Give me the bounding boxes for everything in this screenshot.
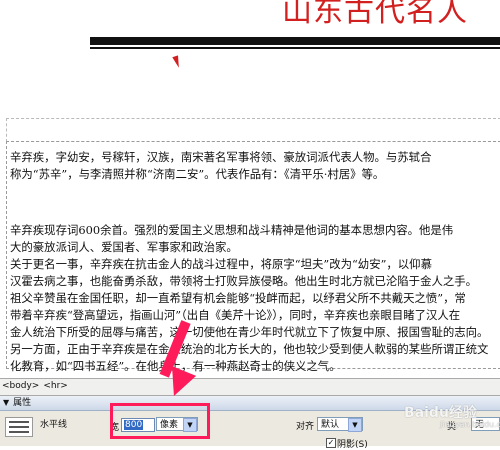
paragraph-line: 带着辛弃疾“登高望远，指画山河”（出自《美芹十论》），同时，辛弃疾也亲眼目睹了汉… xyxy=(10,308,461,322)
baidu-watermark: Baidu经验 xyxy=(404,405,477,421)
paragraph-line: 大的豪放派词人、爱国者、军事家和政治家。 xyxy=(10,240,238,254)
banner-rule-thin xyxy=(90,47,500,49)
tag-selector-bar: <body> <hr> xyxy=(0,378,500,396)
tag-hr[interactable]: <hr> xyxy=(41,379,70,394)
paragraph-line: 另一方面，正由于辛弃疾是在金人统治的北方长大的，他也较少受到使人軟弱的某些所谓正… xyxy=(10,342,489,356)
paragraph-line: 汉霍去病之事，也能奋勇杀敌，带领将士打败异族侵略。他出生时北方就已沦陷于金人之手… xyxy=(10,274,478,288)
tag-body[interactable]: <body> xyxy=(0,379,41,394)
shading-label: 阴影(S) xyxy=(337,440,368,450)
decorative-red-mark xyxy=(172,55,182,69)
properties-title: 属性 xyxy=(13,398,32,408)
banner-rule-thick xyxy=(90,37,500,45)
align-value: 默认 xyxy=(321,420,340,430)
horizontal-rule-element[interactable] xyxy=(6,118,500,142)
paragraph-line: 辛弃疾现存词600余首。强烈的爱国主义思想和战斗精神是他词的基本思想内容。他是伟 xyxy=(10,223,454,237)
design-view-document[interactable]: 山东古代名人 辛弃疾，字幼安，号稼轩，汉族，南宋著名军事将领、豪放词派代表人物。… xyxy=(0,0,500,378)
paragraph-line: 化教育，如“四书五经”。在他身上，有一种燕赵奇士的侠义之气。 xyxy=(10,359,341,373)
paragraph-line: 称为“苏辛”，与李清照并称“济南二安”。代表作品有：《清平乐·村居》等。 xyxy=(10,167,385,181)
paragraph-intro[interactable]: 辛弃疾，字幼安，号稼轩，汉族，南宋著名军事将领、豪放词派代表人物。与苏轼合 称为… xyxy=(10,149,431,183)
paragraph-body[interactable]: 辛弃疾现存词600余首。强烈的爱国主义思想和战斗精神是他词的基本思想内容。他是伟… xyxy=(10,222,488,375)
baidu-watermark-url: jingyan.baidu.com xyxy=(440,420,500,429)
shading-checkbox[interactable]: ✓ xyxy=(326,438,336,448)
paragraph-line: 辛弃疾，字幼安，号稼轩，汉族，南宋著名军事将领、豪放词派代表人物。与苏轼合 xyxy=(10,150,432,164)
element-type-label: 水平线 xyxy=(40,420,68,430)
paragraph-line: 金人统治下所受的屈辱与痛苦，这一切使他在青少年时代就立下了恢复中原、报国雪耻的志… xyxy=(10,325,489,339)
align-label: 对齐 xyxy=(296,422,315,432)
paragraph-line: 关于更名一事，辛弃疾在抗击金人的战斗过程中，将原字“坦夫”改为“幼安”，以仰慕 xyxy=(10,257,432,271)
chevron-down-icon[interactable]: ▼ xyxy=(348,418,362,432)
align-select[interactable]: 默认 ▼ xyxy=(317,417,363,432)
annotation-highlight-box xyxy=(110,403,210,439)
collapse-triangle-icon[interactable]: ▼ xyxy=(3,396,9,410)
horizontal-rule-icon xyxy=(5,417,33,437)
paragraph-line: 祖父辛赞虽在金国任职，却一直希望有机会能够“投衅而起，以纾君父所不共戴天之愤”，… xyxy=(10,291,466,305)
banner-title: 山东古代名人 xyxy=(282,0,468,29)
